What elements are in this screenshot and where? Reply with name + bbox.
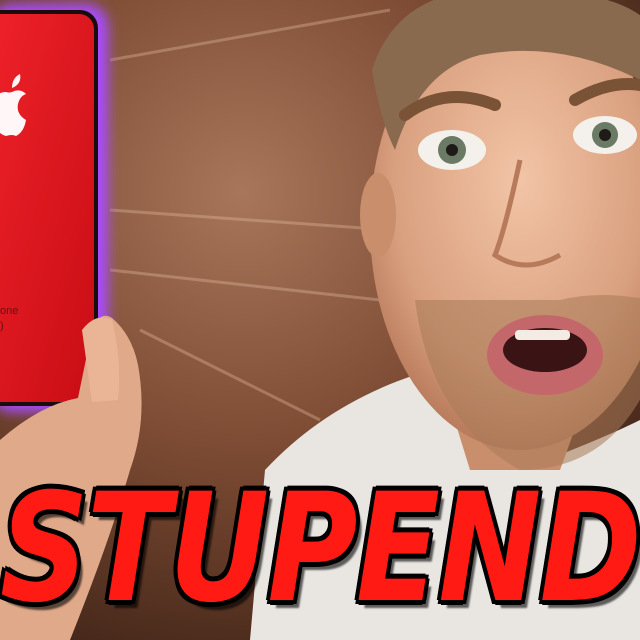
teeth [515, 330, 570, 340]
phone-back [0, 14, 94, 402]
headline-caption: STUPENDO [0, 462, 640, 636]
phone-model-text: one [0, 305, 19, 317]
ear-left [360, 173, 396, 257]
pupil-right [599, 129, 611, 141]
phone-sub-text: ) [0, 320, 4, 332]
video-thumbnail: one ) STUPENDO [0, 0, 640, 640]
pupil-left [446, 144, 458, 156]
